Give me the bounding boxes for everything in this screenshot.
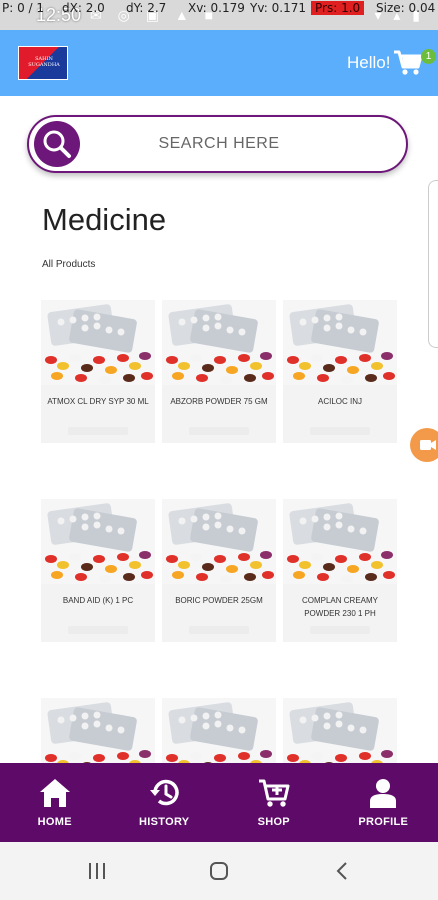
product-image [283,499,397,584]
product-card[interactable]: ABZORB POWDER 75 GM [162,300,276,443]
product-card[interactable]: ACILOC INJ [283,300,397,443]
page-subtitle: All Products [42,259,96,270]
search-bar[interactable] [27,115,408,173]
status-bar: 12:50 ✉ ◎ ▣ ▲ ■ ▾ ▴ ▮ P: 0 / 1 dX: 2.0 d… [0,0,438,30]
product-image [41,499,155,584]
search-input[interactable] [89,129,349,159]
product-name: ATMOX CL DRY SYP 30 ML [47,397,149,406]
product-price-placeholder [189,626,249,634]
history-icon [150,779,179,806]
nav-shop-label: SHOP [257,816,290,828]
product-price-placeholder [189,427,249,435]
brand-logo[interactable]: SAHIN SUGANDHA [18,46,68,80]
product-name: ABZORB POWDER 75 GM [170,397,268,406]
app-header: SAHIN SUGANDHA Hello! 1 [0,30,438,96]
product-card[interactable]: ATMOX CL DRY SYP 30 ML [41,300,155,443]
product-price-placeholder [68,427,128,435]
product-card[interactable]: BORIC POWDER 25GM [162,499,276,642]
nav-profile[interactable]: PROFILE [329,763,438,842]
greeting-text: Hello! [347,53,391,72]
profile-icon [370,779,397,808]
product-price-placeholder [310,427,370,435]
cart-icon[interactable] [393,49,423,77]
bottom-navigation: HOME HISTORY SHOP PROFILE [0,763,438,842]
home-icon [39,779,70,807]
search-button[interactable] [34,121,80,167]
product-image [162,300,276,385]
cart-count-badge: 1 [421,49,436,64]
shop-cart-icon [258,779,290,807]
product-price-placeholder [68,626,128,634]
video-camera-icon [420,440,436,450]
brand-logo-text: SAHIN SUGANDHA [28,56,60,68]
page-title: Medicine [42,202,167,237]
debug-prs: Prs: 1.0 [311,1,365,15]
nav-shop[interactable]: SHOP [219,763,329,842]
search-icon [43,130,71,158]
product-name: BORIC POWDER 25GM [175,596,263,605]
debug-yv: Yv: 0.171 [250,1,306,15]
debug-xv: Xv: 0.179 [188,1,245,15]
product-image [162,499,276,584]
product-price-placeholder [310,626,370,634]
product-name: ACILOC INJ [317,397,362,406]
nav-history[interactable]: HISTORY [110,763,220,842]
nav-home-label: HOME [37,816,72,828]
back-icon[interactable] [334,861,350,881]
system-navigation-bar [0,842,438,900]
nav-history-label: HISTORY [139,816,190,828]
product-name: COMPLAN CREAMY POWDER 230 1 PH [301,596,378,618]
debug-dx: dX: 2.0 [62,1,105,15]
home-system-icon[interactable] [209,861,229,881]
product-image [41,300,155,385]
video-record-button[interactable] [410,428,438,462]
debug-pointer: P: 0 / 1 [2,1,45,15]
recent-apps-icon[interactable] [87,862,107,880]
side-drawer-handle[interactable] [428,180,438,348]
debug-size: Size: 0.04 [376,1,436,15]
nav-profile-label: PROFILE [358,816,409,828]
debug-dy: dY: 2.7 [126,1,167,15]
pointer-debug-overlay: P: 0 / 1 dX: 2.0 dY: 2.7 Xv: 0.179 Yv: 0… [0,0,438,16]
product-image [283,300,397,385]
product-card[interactable]: BAND AID (K) 1 pc [41,499,155,642]
product-name: BAND AID (K) 1 pc [62,596,134,605]
nav-home[interactable]: HOME [0,763,110,842]
product-card[interactable]: COMPLAN CREAMY POWDER 230 1 PH [283,499,397,642]
